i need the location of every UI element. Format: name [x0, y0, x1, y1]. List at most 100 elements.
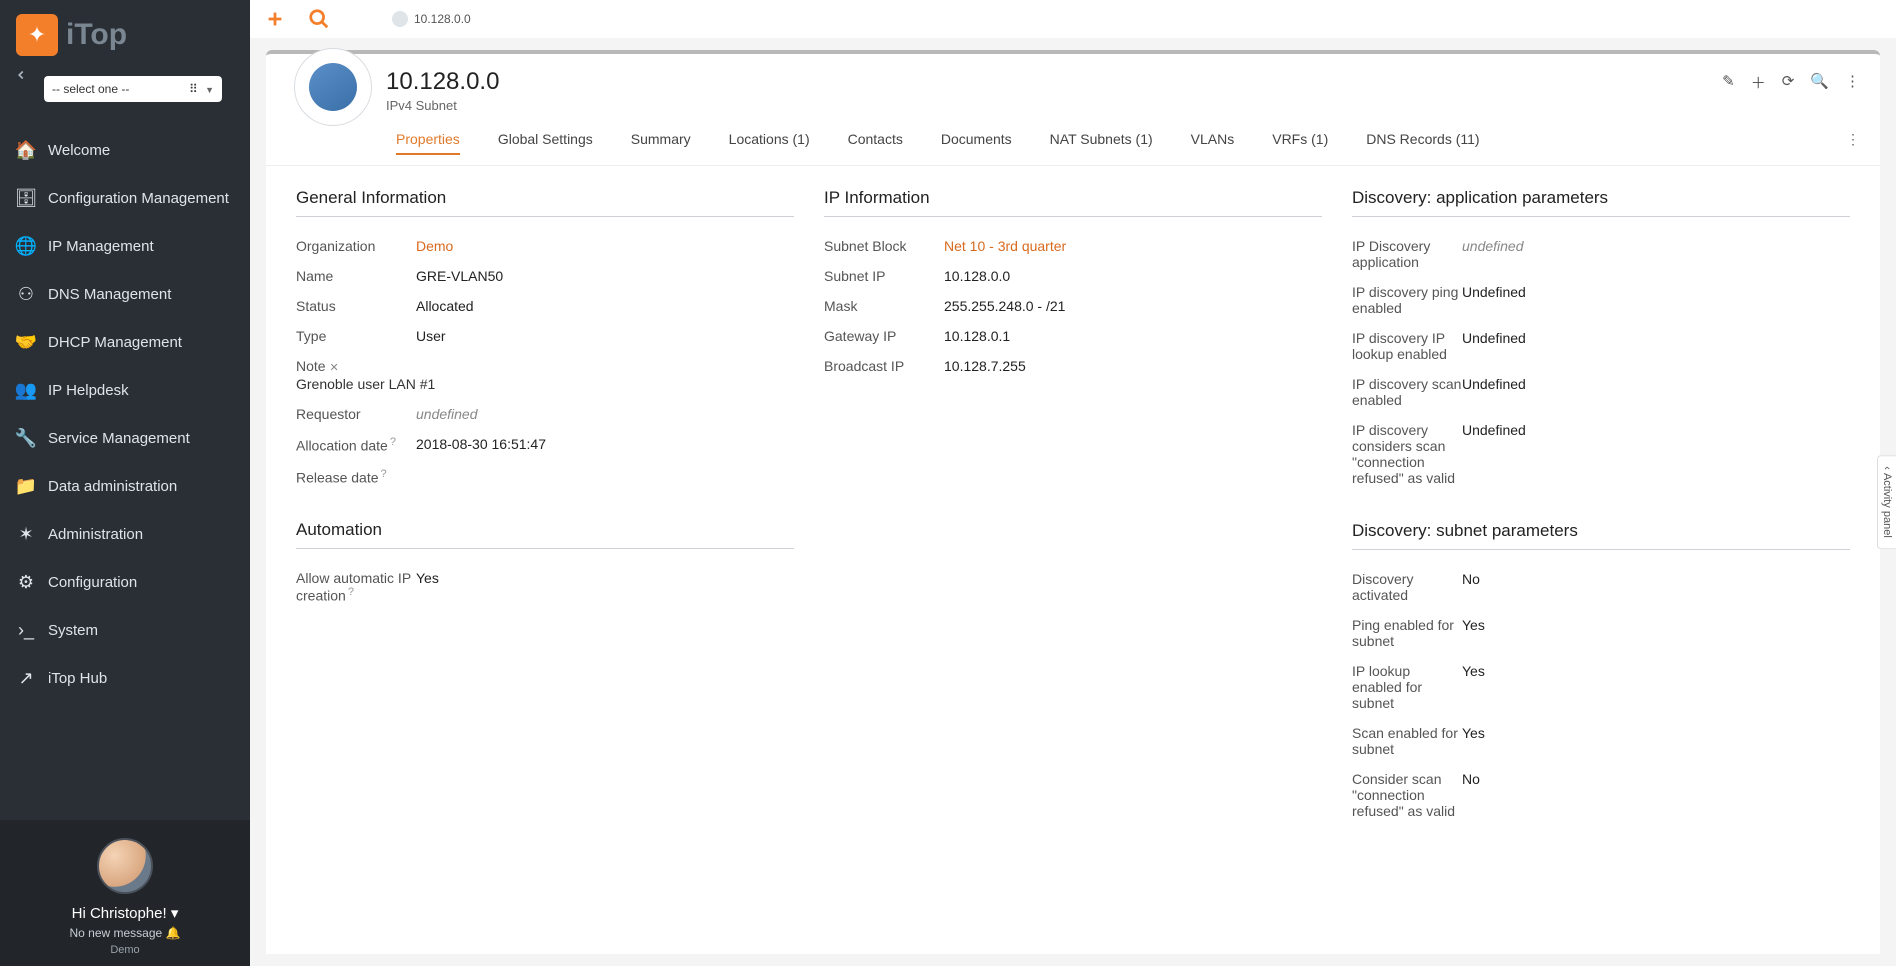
section-general: General Information OrganizationDemo Nam… [296, 188, 794, 492]
object-card: 10.128.0.0 IPv4 Subnet ✎ ＋ ⟳ 🔍 ⋮ Propert… [266, 50, 1880, 954]
field-value: Undefined [1462, 330, 1526, 362]
field-label: Status [296, 298, 416, 314]
tab-contacts[interactable]: Contacts [848, 131, 903, 155]
sliders-icon: ✶ [14, 522, 38, 546]
section-discovery-app: Discovery: application parameters IP Dis… [1352, 188, 1850, 493]
nav-system[interactable]: ›_System [0, 606, 250, 654]
breadcrumb-tab[interactable]: 10.128.0.0 [392, 11, 471, 27]
field-value: Yes [1462, 617, 1485, 649]
user-block: Hi Christophe! ▾ No new message 🔔 Demo [0, 820, 250, 966]
field-label: Broadcast IP [824, 358, 944, 374]
field-value: 10.128.0.1 [944, 328, 1010, 344]
nav-dns-mgmt[interactable]: ⚇DNS Management [0, 270, 250, 318]
field-label: Allow automatic IP creation? [296, 570, 416, 604]
object-toolbar: ✎ ＋ ⟳ 🔍 ⋮ [1722, 72, 1860, 93]
tab-vlans[interactable]: VLANs [1191, 131, 1235, 155]
avatar[interactable] [97, 838, 153, 894]
tab-nat-subnets[interactable]: NAT Subnets (1) [1050, 131, 1153, 155]
field-value: 10.128.7.255 [944, 358, 1026, 374]
section-title: Automation [296, 520, 794, 549]
nav-service-mgmt[interactable]: 🔧Service Management [0, 414, 250, 462]
field-label: Organization [296, 238, 416, 254]
refresh-icon[interactable]: ⟳ [1782, 72, 1795, 93]
field-value: 255.255.248.0 - /21 [944, 298, 1065, 314]
nav-data-admin[interactable]: 📁Data administration [0, 462, 250, 510]
chevron-down-icon: ▾ [171, 905, 179, 922]
nav-itop-hub[interactable]: ↗iTop Hub [0, 654, 250, 702]
tab-summary[interactable]: Summary [631, 131, 691, 155]
close-icon[interactable]: ✕ [329, 362, 338, 374]
create-button[interactable] [264, 8, 286, 30]
section-title: General Information [296, 188, 794, 217]
page-title: 10.128.0.0 [386, 68, 499, 96]
sidebar: ✦ iTop -- select one -- ⠿ ▼ 🏠Welcome 🗄Co… [0, 0, 250, 966]
field-label: IP lookup enabled for subnet [1352, 663, 1462, 711]
object-subtitle: IPv4 Subnet [386, 98, 499, 113]
field-label: Name [296, 268, 416, 284]
tab-documents[interactable]: Documents [941, 131, 1012, 155]
more-icon[interactable]: ⋮ [1845, 72, 1860, 93]
folder-icon: 📁 [14, 474, 38, 498]
user-greeting[interactable]: Hi Christophe! ▾ [10, 904, 240, 922]
search-button[interactable] [308, 8, 330, 30]
org-select-placeholder: -- select one -- [52, 82, 129, 96]
tab-vrfs[interactable]: VRFs (1) [1272, 131, 1328, 155]
field-value: 2018-08-30 16:51:47 [416, 436, 546, 454]
brand-name: iTop [66, 18, 127, 52]
field-label: IP discovery IP lookup enabled [1352, 330, 1462, 362]
add-icon[interactable]: ＋ [1751, 72, 1766, 93]
field-label: Type [296, 328, 416, 344]
logo-icon: ✦ [16, 14, 58, 56]
field-value: undefined [416, 406, 478, 422]
search-icon[interactable]: 🔍 [1810, 72, 1829, 93]
field-label: Subnet Block [824, 238, 944, 254]
collapse-sidebar-button[interactable] [14, 68, 28, 82]
nav-welcome[interactable]: 🏠Welcome [0, 126, 250, 174]
section-discovery-subnet: Discovery: subnet parameters Discovery a… [1352, 521, 1850, 826]
user-org: Demo [10, 944, 240, 956]
bell-icon[interactable]: 🔔 [166, 926, 181, 940]
subnet-block-link[interactable]: Net 10 - 3rd quarter [944, 238, 1066, 254]
field-label: IP discovery considers scan "connection … [1352, 422, 1462, 486]
nav-config-mgmt[interactable]: 🗄Configuration Management [0, 174, 250, 222]
field-value: GRE-VLAN50 [416, 268, 503, 284]
field-label: Consider scan "connection refused" as va… [1352, 771, 1462, 819]
database-icon: 🗄 [14, 186, 38, 210]
tab-global-settings[interactable]: Global Settings [498, 131, 593, 155]
field-value: Undefined [1462, 284, 1526, 316]
organization-select[interactable]: -- select one -- ⠿ ▼ [44, 76, 222, 102]
field-value: No [1462, 771, 1480, 819]
section-title: IP Information [824, 188, 1322, 217]
tab-properties[interactable]: Properties [396, 131, 460, 155]
organization-link[interactable]: Demo [416, 238, 453, 254]
section-title: Discovery: application parameters [1352, 188, 1850, 217]
hand-icon: 🤝 [14, 330, 38, 354]
topbar: 10.128.0.0 [250, 0, 1896, 38]
field-value: Undefined [1462, 422, 1526, 486]
tabs-more-icon[interactable]: ⋮ [1846, 131, 1860, 148]
field-label: Allocation date? [296, 436, 416, 454]
home-icon: 🏠 [14, 138, 38, 162]
field-value: Yes [1462, 725, 1485, 757]
logo: ✦ iTop [0, 0, 250, 76]
users-icon: 👥 [14, 378, 38, 402]
nav-dhcp-mgmt[interactable]: 🤝DHCP Management [0, 318, 250, 366]
tab-dns-records[interactable]: DNS Records (11) [1366, 131, 1479, 155]
field-value: User [416, 328, 446, 344]
field-label: Discovery activated [1352, 571, 1462, 603]
nav-ip-helpdesk[interactable]: 👥IP Helpdesk [0, 366, 250, 414]
field-label: Requestor [296, 406, 416, 422]
field-value: Yes [416, 570, 439, 604]
edit-icon[interactable]: ✎ [1722, 72, 1735, 93]
field-label: Release date? [296, 468, 416, 486]
globe-icon: 🌐 [14, 234, 38, 258]
field-label: IP discovery ping enabled [1352, 284, 1462, 316]
share-icon: ↗ [14, 666, 38, 690]
activity-panel-toggle[interactable]: ‹ Activity panel [1877, 455, 1896, 549]
nav-configuration[interactable]: ⚙Configuration [0, 558, 250, 606]
nav-administration[interactable]: ✶Administration [0, 510, 250, 558]
chevron-down-icon: ▼ [205, 85, 214, 95]
field-label: Mask [824, 298, 944, 314]
nav-ip-mgmt[interactable]: 🌐IP Management [0, 222, 250, 270]
tab-locations[interactable]: Locations (1) [729, 131, 810, 155]
